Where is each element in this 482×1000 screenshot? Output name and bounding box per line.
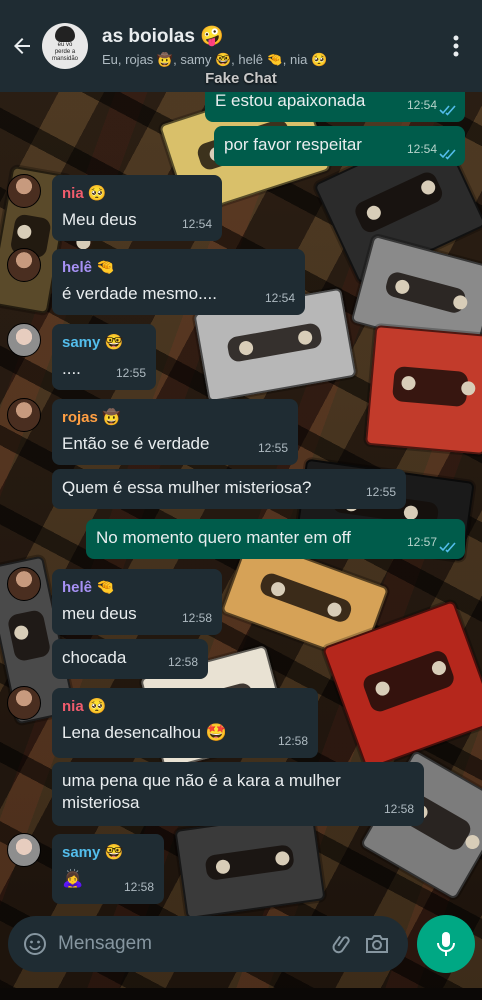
mic-button[interactable] xyxy=(417,915,475,973)
emoji-icon xyxy=(24,933,46,955)
message-text: é verdade mesmo.... xyxy=(62,284,217,303)
avatar[interactable] xyxy=(7,567,41,601)
menu-button[interactable] xyxy=(436,26,476,66)
message-time: 12:58 xyxy=(167,655,198,669)
message-time: 12:58 xyxy=(383,802,414,816)
microphone-icon xyxy=(437,932,455,956)
paperclip-icon xyxy=(332,935,350,954)
sender-name[interactable]: helê 🤏 xyxy=(62,257,295,279)
camera-icon xyxy=(366,935,388,953)
double-check-icon xyxy=(439,149,456,160)
arrow-left-icon xyxy=(14,38,30,54)
message-text: Lena desencalhou 🤩 xyxy=(62,723,227,742)
message-incoming[interactable]: helê 🤏 meu deus 12:58 xyxy=(52,569,222,635)
message-time: 12:58 xyxy=(123,880,154,894)
message-time: 12:57 xyxy=(406,535,437,549)
message-time: 12:58 xyxy=(277,734,308,748)
avatar[interactable] xyxy=(7,248,41,282)
chat-title-area[interactable]: as boiolas 🤪 Eu, rojas 🤠, samy 🤓, helê 🤏… xyxy=(102,24,436,68)
message-incoming[interactable]: uma pena que não é a kara a mulher miste… xyxy=(52,762,424,826)
message-list: E estou apaixonada 12:54 por favor respe… xyxy=(0,0,482,1000)
message-text: Quem é essa mulher misteriosa? xyxy=(62,478,312,497)
group-name: as boiolas 🤪 xyxy=(102,26,224,47)
more-vertical-icon xyxy=(453,35,459,57)
message-time: 12:54 xyxy=(181,217,212,231)
group-members: Eu, rojas 🤠, samy 🤓, helê 🤏, nia 🥺 xyxy=(102,52,328,67)
message-incoming[interactable]: chocada 12:58 xyxy=(52,639,208,679)
message-time: 12:55 xyxy=(365,485,396,499)
message-incoming[interactable]: Quem é essa mulher misteriosa? 12:55 xyxy=(52,469,406,509)
message-time: 12:54 xyxy=(406,142,437,156)
message-time: 12:55 xyxy=(257,441,288,455)
sender-name[interactable]: rojas 🤠 xyxy=(62,407,288,429)
sender-name[interactable]: samy 🤓 xyxy=(62,332,146,354)
avatar-caption: eu vo perde a mansidão xyxy=(51,42,78,62)
watermark: Fake Chat xyxy=(205,70,277,87)
message-outgoing[interactable]: por favor respeitar 12:54 xyxy=(214,126,465,166)
double-check-icon xyxy=(439,105,456,116)
sender-name[interactable]: nia 🥺 xyxy=(62,696,308,718)
message-incoming[interactable]: samy 🤓 .... 12:55 xyxy=(52,324,156,390)
message-text: Então se é verdade xyxy=(62,434,210,453)
message-text: uma pena que não é a kara a mulher miste… xyxy=(62,771,341,812)
sender-name[interactable]: helê 🤏 xyxy=(62,577,212,599)
message-time: 12:54 xyxy=(264,291,295,305)
sender-name[interactable]: samy 🤓 xyxy=(62,842,154,864)
system-nav-bar xyxy=(0,988,482,1000)
message-incoming[interactable]: nia 🥺 Meu deus 12:54 xyxy=(52,175,222,241)
double-check-icon xyxy=(439,542,456,553)
message-incoming[interactable]: samy 🤓 🙇‍♀️ 12:58 xyxy=(52,834,164,904)
penguin-image xyxy=(55,26,75,42)
avatar[interactable] xyxy=(7,833,41,867)
message-time: 12:55 xyxy=(115,366,146,380)
message-text: No momento quero manter em off xyxy=(96,528,351,547)
group-avatar[interactable]: eu vo perde a mansidão xyxy=(42,23,88,69)
avatar[interactable] xyxy=(7,686,41,720)
avatar[interactable] xyxy=(7,174,41,208)
message-composer xyxy=(8,916,408,972)
message-outgoing[interactable]: No momento quero manter em off 12:57 xyxy=(86,519,465,559)
message-time: 12:54 xyxy=(406,98,437,112)
back-button[interactable] xyxy=(2,26,42,66)
message-incoming[interactable]: rojas 🤠 Então se é verdade 12:55 xyxy=(52,399,298,465)
message-time: 12:58 xyxy=(181,611,212,625)
attach-button[interactable] xyxy=(326,927,360,961)
avatar[interactable] xyxy=(7,323,41,357)
message-incoming[interactable]: nia 🥺 Lena desencalhou 🤩 12:58 xyxy=(52,688,318,758)
camera-button[interactable] xyxy=(360,927,394,961)
message-incoming[interactable]: helê 🤏 é verdade mesmo.... 12:54 xyxy=(52,249,305,315)
message-input[interactable] xyxy=(58,924,326,964)
avatar[interactable] xyxy=(7,398,41,432)
sender-name[interactable]: nia 🥺 xyxy=(62,183,212,205)
emoji-button[interactable] xyxy=(20,929,50,959)
